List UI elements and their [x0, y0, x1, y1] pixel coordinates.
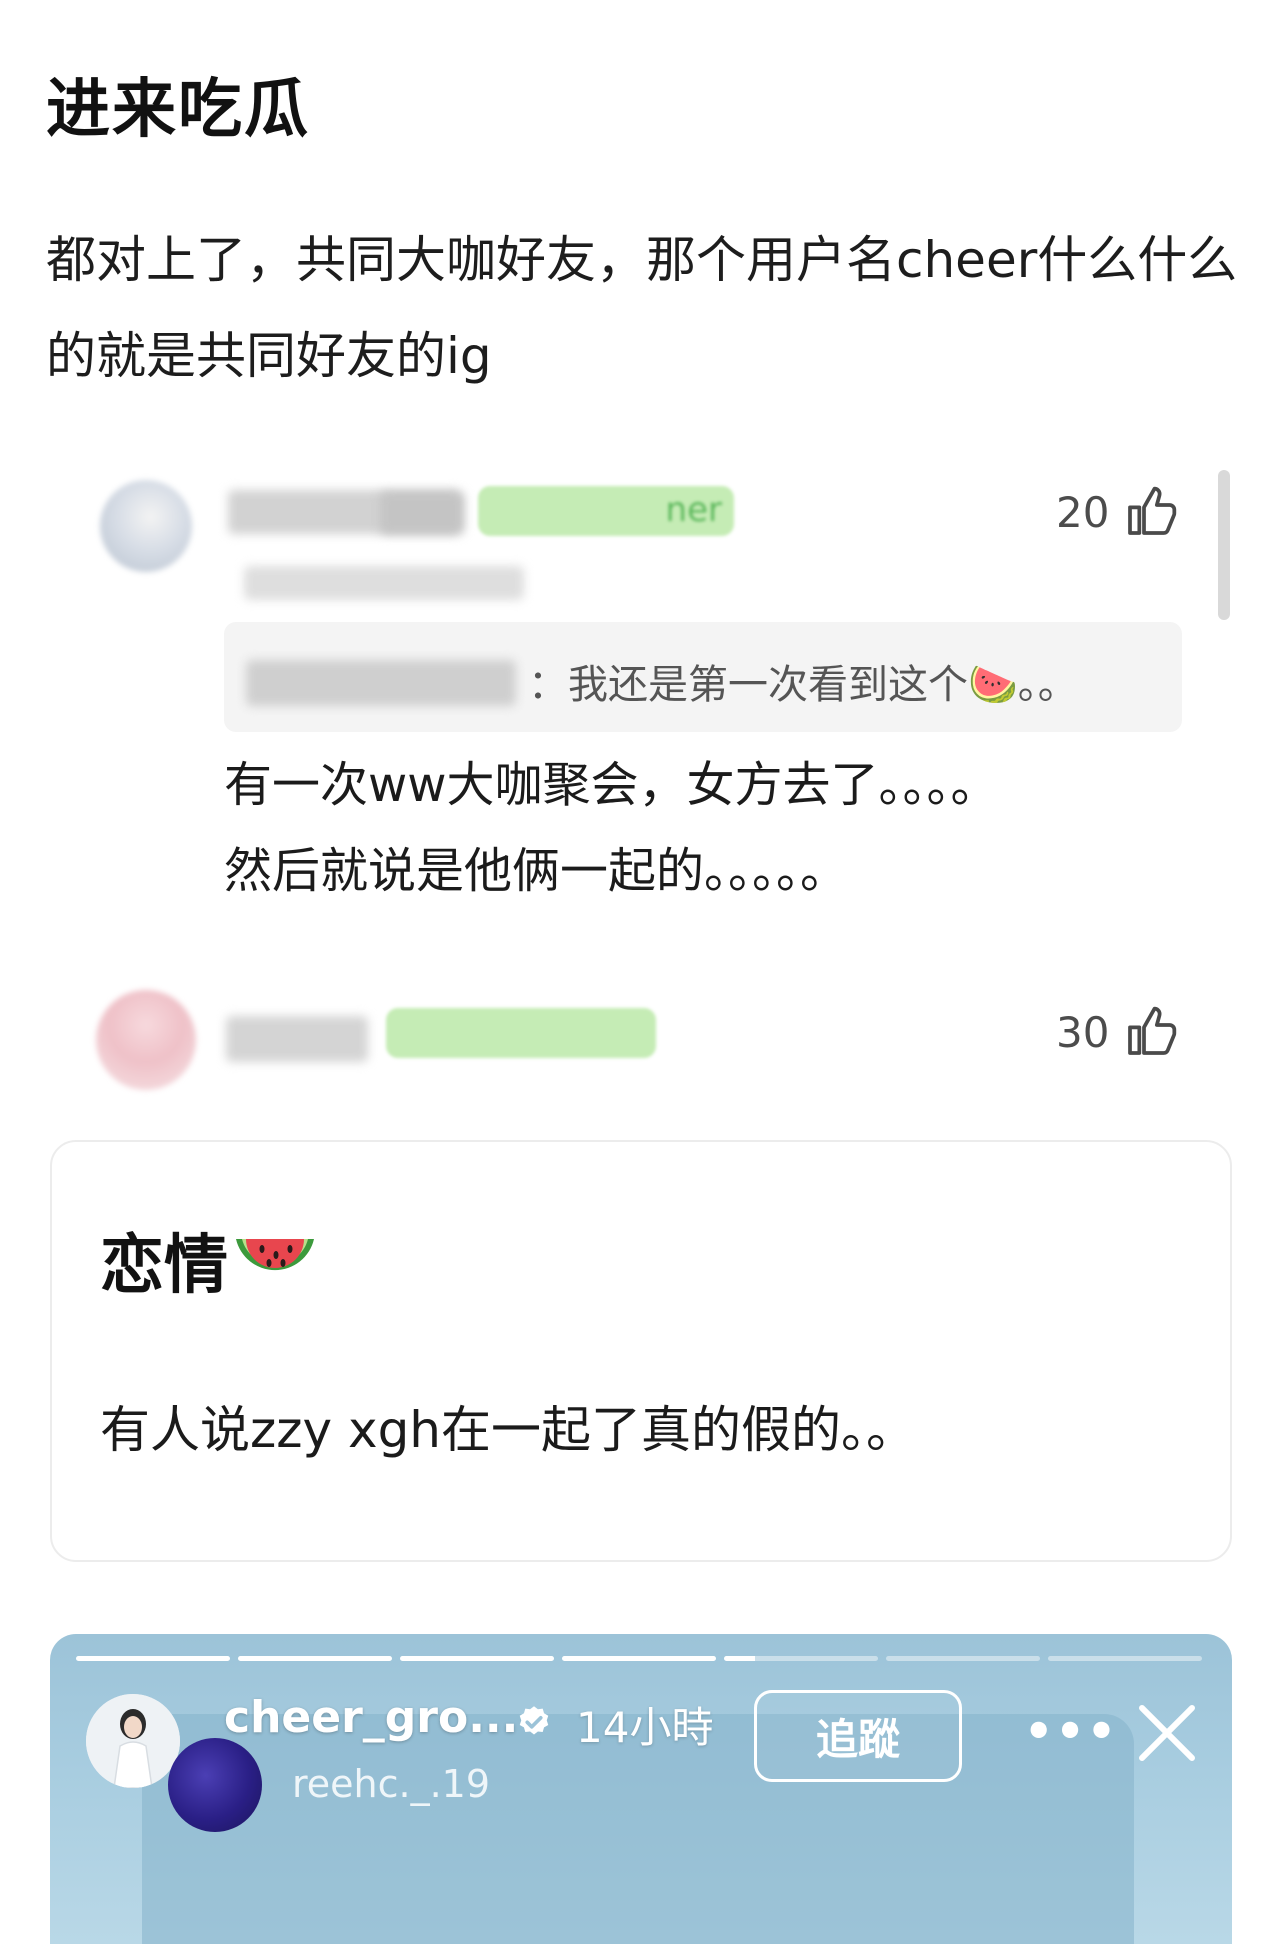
story-progress-segment: [238, 1656, 392, 1661]
more-horizontal-icon[interactable]: •••: [1024, 1704, 1118, 1758]
story-avatar[interactable]: [86, 1694, 180, 1788]
mentioned-username[interactable]: reehc._.19: [292, 1762, 490, 1806]
post-body: 都对上了，共同大咖好友，那个用户名cheer什么什么的就是共同好友的ig: [46, 231, 1238, 385]
commenter-avatar[interactable]: [96, 990, 196, 1090]
mentioned-user-avatar[interactable]: [168, 1738, 262, 1832]
scrollbar: [1218, 470, 1230, 620]
story-progress-segment: [886, 1656, 1040, 1661]
user-tag: ner: [478, 486, 734, 536]
thumbs-up-icon[interactable]: [1123, 1004, 1179, 1060]
story-progress-segment: [400, 1656, 554, 1661]
follow-button[interactable]: 追蹤: [754, 1690, 962, 1782]
post-screenshot: [50, 1140, 1232, 1562]
post-screenshot-title: 恋情: [100, 1214, 318, 1306]
user-tag-text: ner: [665, 490, 722, 530]
story-progress-segment: [562, 1656, 716, 1661]
blurred-username: [380, 492, 464, 534]
post-title: 进来吃瓜: [46, 73, 310, 147]
blurred-username: [226, 1016, 368, 1062]
like-count-value: 30: [1056, 1007, 1110, 1057]
verified-badge-icon: [519, 1706, 549, 1735]
story-progress-segment: [76, 1656, 230, 1661]
quoted-comment-text: ：我还是第一次看到这个🍉。。: [528, 662, 1078, 708]
blurred-meta: [244, 566, 524, 600]
story-screenshot: cheer_gro... 14小時 追蹤 reehc._.19 •••: [50, 1634, 1232, 1944]
person-icon: [86, 1694, 180, 1788]
reply-line: 然后就说是他俩一起的。。。。。: [224, 843, 849, 899]
like-count-value: 20: [1056, 487, 1110, 537]
watermelon-icon: [236, 1239, 314, 1271]
story-timestamp: 14小時: [576, 1703, 714, 1752]
story-progress-segment: [1048, 1656, 1202, 1661]
story-username[interactable]: cheer_gro...: [224, 1692, 518, 1743]
post-screenshot-body: 有人说zzy xgh在一起了真的假的。。: [100, 1401, 916, 1459]
close-icon[interactable]: [1134, 1700, 1200, 1766]
reply-text: 有一次ww大咖聚会，女方去了。。。。 然后就说是他俩一起的。。。。。: [224, 742, 1204, 914]
story-progress-segment: [724, 1656, 878, 1661]
commenter-avatar[interactable]: [100, 480, 192, 572]
reply-line: 有一次ww大咖聚会，女方去了。。。。: [224, 757, 999, 813]
user-tag: [386, 1008, 656, 1058]
like-count[interactable]: 20: [1056, 484, 1179, 540]
like-count[interactable]: 30: [1056, 1004, 1179, 1060]
thumbs-up-icon[interactable]: [1123, 484, 1179, 540]
